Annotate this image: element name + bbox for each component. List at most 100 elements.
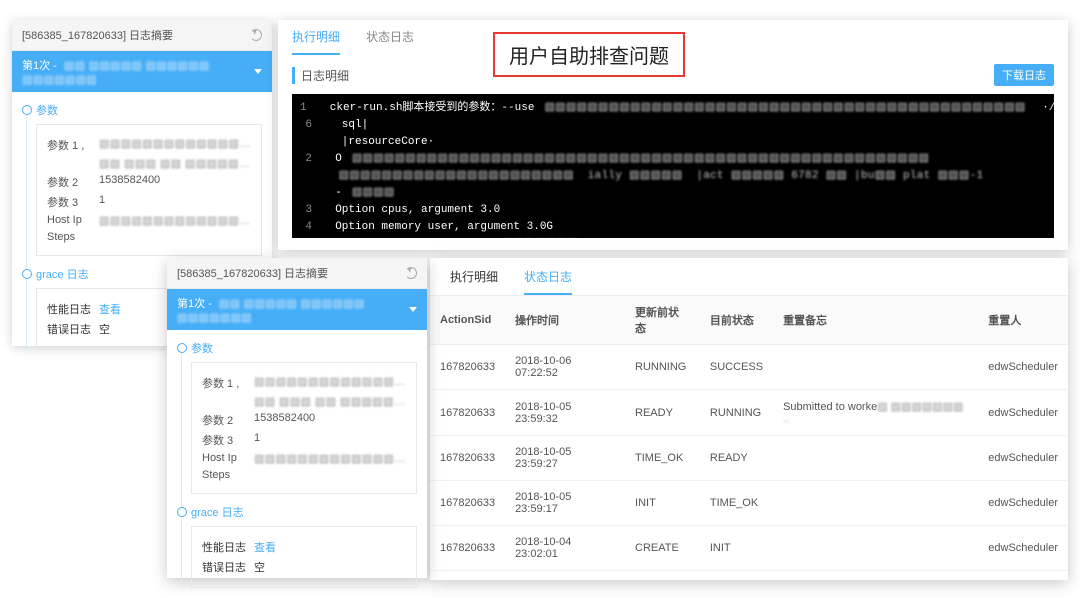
terminal-line: 1 cker-run.sh脚本接受到的参数：--use▧▧▧▧▧▧▧▧▧▧▧▧▧…: [300, 100, 1046, 117]
timeline: 参数 参数 1 , ▧▧▧▧▧▧▧▧▧▧▧▧▧▧▧▧▧▧▧▧ ▧▧ ▧▧▧ ▧▧ …: [167, 330, 427, 598]
hostip-label: Host Ip: [47, 214, 91, 227]
terminal-line: -▧▧▧▧: [300, 185, 1046, 202]
col-optime: 操作时间: [505, 296, 625, 345]
table-row[interactable]: 1678206332018-10-05 23:59:27TIME_OKREADY…: [430, 436, 1068, 481]
resetter-cell: edwScheduler: [978, 526, 1068, 571]
param1-value2-redacted: ▧▧ ▧▧▧ ▧▧ ▧▧▧▧▧▧▧ ▧▧: [99, 157, 251, 170]
steps-label: Steps: [202, 469, 246, 481]
perf-log-label: 性能日志: [47, 301, 91, 317]
panel-header: [586385_167820633] 日志摘要: [12, 20, 272, 51]
col-cur: 目前状态: [700, 296, 773, 345]
download-log-button[interactable]: 下载日志: [994, 64, 1054, 86]
actionsid-cell: 167820633: [430, 481, 505, 526]
prev-status-cell: CREATE: [625, 526, 700, 571]
cur-status-cell: SUCCESS: [700, 345, 773, 390]
actionsid-cell: 167820633: [430, 526, 505, 571]
tab-status-log[interactable]: 状态日志: [366, 28, 414, 55]
terminal-line: ▧▧▧▧▧▧▧▧▧▧▧▧▧▧▧▧▧▧▧▧▧▧ ially ▧▧▧▧▧ |act …: [300, 168, 1046, 185]
terminal-line: 4 Option memory user, argument 3.0G: [300, 219, 1046, 236]
cur-status-cell: READY: [700, 436, 773, 481]
tab-exec-detail[interactable]: 执行明细: [292, 28, 340, 55]
param3-value: 1: [254, 432, 260, 448]
cur-status-cell: RUNNING: [700, 390, 773, 436]
status-table: ActionSid 操作时间 更新前状态 目前状态 重置备忘 重置人 16782…: [430, 296, 1068, 571]
optime-cell: 2018-10-04 23:02:01: [505, 526, 625, 571]
param3-label: 参数 3: [202, 432, 246, 448]
run-prefix: 第1次 -: [22, 60, 57, 72]
terminal-line: 2 O▧▧▧▧▧▧▧▧▧▧▧▧▧▧▧▧▧▧▧▧▧▧▧▧▧▧▧▧▧▧▧▧▧▧▧▧▧…: [300, 151, 1046, 168]
memo-cell: Submitted to worke▧ ▧▧▧▧▧▧▧ ..: [773, 390, 978, 436]
param2-value: 1538582400: [99, 174, 160, 190]
memo-cell: [773, 345, 978, 390]
err-log-label: 错误日志: [202, 559, 246, 575]
optime-cell: 2018-10-05 23:59:32: [505, 390, 625, 436]
param1-value2-redacted: ▧▧ ▧▧▧ ▧▧ ▧▧▧▧▧▧▧ ▧▧: [254, 395, 406, 408]
col-prev: 更新前状态: [625, 296, 700, 345]
run-prefix: 第1次 -: [177, 298, 212, 310]
cur-status-cell: INIT: [700, 526, 773, 571]
log-detail-title: 日志明细: [292, 67, 349, 84]
param1-label: 参数 1 ,: [47, 137, 91, 153]
param2-label: 参数 2: [47, 174, 91, 190]
param2-value: 1538582400: [254, 412, 315, 428]
terminal-line: 5 Option buUser, argumen ▧▧▧▧▧▧▧: [300, 236, 1046, 238]
run-selector[interactable]: 第1次 - ▧▧ ▧▧▧▧▧ ▧▧▧▧▧▧ ▧▧▧▧▧▧▧: [167, 289, 427, 330]
resetter-cell: edwScheduler: [978, 390, 1068, 436]
hostip-value-redacted: ▧▧▧▧▧▧▧▧▧▧▧▧▧▧▧ ▧▧▧▧▧: [99, 214, 251, 227]
steps-label: Steps: [47, 231, 91, 243]
refresh-icon[interactable]: [405, 267, 417, 279]
tab-status-log[interactable]: 状态日志: [524, 268, 572, 295]
memo-cell: [773, 481, 978, 526]
prev-status-cell: INIT: [625, 481, 700, 526]
table-row[interactable]: 1678206332018-10-05 23:59:17INITTIME_OKe…: [430, 481, 1068, 526]
param3-label: 参数 3: [47, 194, 91, 210]
resetter-cell: edwScheduler: [978, 345, 1068, 390]
tabs: 执行明细 状态日志: [430, 258, 1068, 296]
hostip-label: Host Ip: [202, 452, 246, 465]
optime-cell: 2018-10-05 23:59:27: [505, 436, 625, 481]
run-selector[interactable]: 第1次 - ▧▧ ▧▧▧▧▧ ▧▧▧▧▧▧ ▧▧▧▧▧▧▧: [12, 51, 272, 92]
param1-label: 参数 1 ,: [202, 375, 246, 391]
status-log-panel: 执行明细 状态日志 ActionSid 操作时间 更新前状态 目前状态 重置备忘…: [430, 258, 1068, 580]
col-actionsid: ActionSid: [430, 296, 505, 345]
prev-status-cell: RUNNING: [625, 345, 700, 390]
col-resetter: 重置人: [978, 296, 1068, 345]
resetter-cell: edwScheduler: [978, 481, 1068, 526]
col-memo: 重置备忘: [773, 296, 978, 345]
err-log-label: 错误日志: [47, 321, 91, 337]
log-summary-panel-2: [586385_167820633] 日志摘要 第1次 - ▧▧ ▧▧▧▧▧ ▧…: [167, 258, 427, 578]
prev-status-cell: TIME_OK: [625, 436, 700, 481]
table-row[interactable]: 1678206332018-10-05 23:59:32READYRUNNING…: [430, 390, 1068, 436]
log-terminal[interactable]: 1 cker-run.sh脚本接受到的参数：--use▧▧▧▧▧▧▧▧▧▧▧▧▧…: [292, 94, 1054, 238]
param2-label: 参数 2: [202, 412, 246, 428]
resetter-cell: edwScheduler: [978, 436, 1068, 481]
perf-log-link[interactable]: 查看: [254, 539, 276, 555]
panel-title: [586385_167820633] 日志摘要: [177, 265, 328, 281]
table-row[interactable]: 1678206332018-10-06 07:22:52RUNNINGSUCCE…: [430, 345, 1068, 390]
err-log-value: 空: [254, 559, 265, 575]
chevron-down-icon: [254, 69, 262, 74]
memo-cell: [773, 526, 978, 571]
optime-cell: 2018-10-05 23:59:17: [505, 481, 625, 526]
refresh-icon[interactable]: [250, 29, 262, 41]
section-params: 参数: [36, 102, 262, 118]
err-log-value: 空: [99, 321, 110, 337]
optime-cell: 2018-10-06 07:22:52: [505, 345, 625, 390]
memo-cell: [773, 436, 978, 481]
param3-value: 1: [99, 194, 105, 210]
table-row[interactable]: 1678206332018-10-04 23:02:01CREATEINIT ed…: [430, 526, 1068, 571]
panel-title: [586385_167820633] 日志摘要: [22, 27, 173, 43]
param1-value-redacted: ▧▧▧▧▧▧▧▧▧▧▧▧▧▧▧▧▧▧▧▧: [254, 375, 406, 391]
actionsid-cell: 167820633: [430, 436, 505, 481]
grace-log-card: 性能日志查看 错误日志空: [191, 526, 417, 588]
chevron-down-icon: [409, 307, 417, 312]
perf-log-link[interactable]: 查看: [99, 301, 121, 317]
params-card: 参数 1 ,▧▧▧▧▧▧▧▧▧▧▧▧▧▧▧▧▧▧▧▧ ▧▧ ▧▧▧ ▧▧ ▧▧▧…: [36, 124, 262, 256]
actionsid-cell: 167820633: [430, 390, 505, 436]
section-params: 参数: [191, 340, 417, 356]
hostip-value-redacted: ▧▧▧▧▧▧▧▧▧▧▧▧▧▧▧ ▧▧▧▧▧: [254, 452, 406, 465]
terminal-line: |resourceCore·: [300, 134, 1046, 151]
tab-exec-detail[interactable]: 执行明细: [450, 268, 498, 295]
actionsid-cell: 167820633: [430, 345, 505, 390]
highlight-title: 用户自助排查问题: [493, 32, 685, 77]
